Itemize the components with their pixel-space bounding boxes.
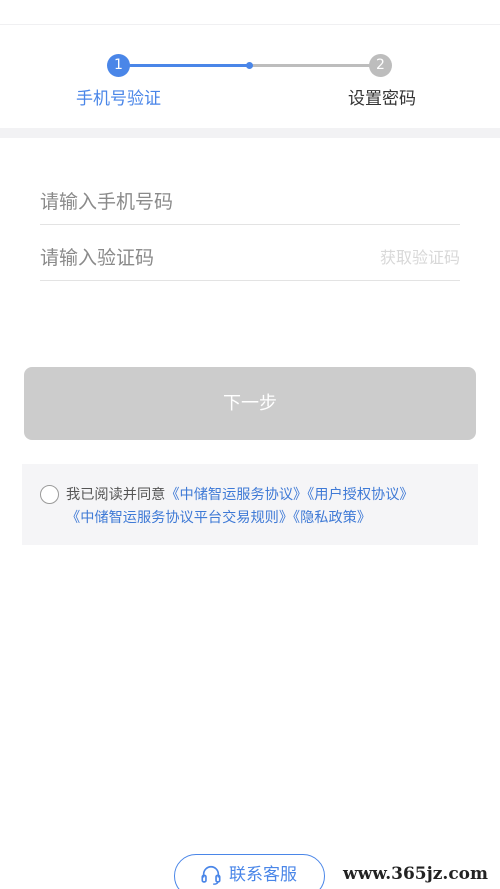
step-2-indicator: 2: [369, 54, 392, 77]
service-agreement-link[interactable]: 《中储智运服务协议》: [165, 487, 307, 503]
step-progress-dot: [246, 62, 253, 69]
agreement-box: 我已阅读并同意《中储智运服务协议》《用户授权协议》 《中储智运服务协议平台交易规…: [22, 464, 478, 545]
watermark-text: www.365jz.com: [339, 864, 492, 884]
step-2-label: 设置密码: [348, 89, 416, 109]
progress-stepper: 1 2 手机号验证 设置密码: [0, 0, 500, 128]
step-1-label: 手机号验证: [76, 89, 161, 109]
step-1-indicator: 1: [107, 54, 130, 77]
step-connector-active: [129, 64, 250, 67]
contact-support-label: 联系客服: [229, 865, 297, 885]
headset-icon: [201, 865, 221, 885]
contact-support-button[interactable]: 联系客服: [174, 854, 325, 889]
section-divider: [0, 128, 500, 138]
agreement-line-2: 《中储智运服务协议平台交易规则》《隐私政策》: [66, 507, 371, 530]
get-code-button[interactable]: 获取验证码: [380, 236, 460, 280]
agreement-line-1: 我已阅读并同意《中储智运服务协议》《用户授权协议》: [66, 484, 472, 507]
register-page: 1 2 手机号验证 设置密码 获取验证码 下一步 我已阅读并同意《中储智运服务协…: [0, 0, 500, 889]
user-authorization-link[interactable]: 《用户授权协议》: [307, 487, 413, 503]
verification-code-field: 获取验证码: [40, 236, 460, 281]
agree-radio[interactable]: [40, 485, 59, 504]
agreement-prefix: 我已阅读并同意: [66, 487, 166, 503]
phone-input[interactable]: [40, 180, 340, 224]
next-step-button[interactable]: 下一步: [24, 367, 476, 440]
trading-rules-link[interactable]: 《中储智运服务协议平台交易规则》: [66, 510, 293, 526]
phone-field: [40, 180, 460, 225]
verification-code-input[interactable]: [40, 236, 340, 280]
step-connector-inactive: [250, 64, 371, 67]
privacy-policy-link[interactable]: 《隐私政策》: [293, 510, 371, 526]
